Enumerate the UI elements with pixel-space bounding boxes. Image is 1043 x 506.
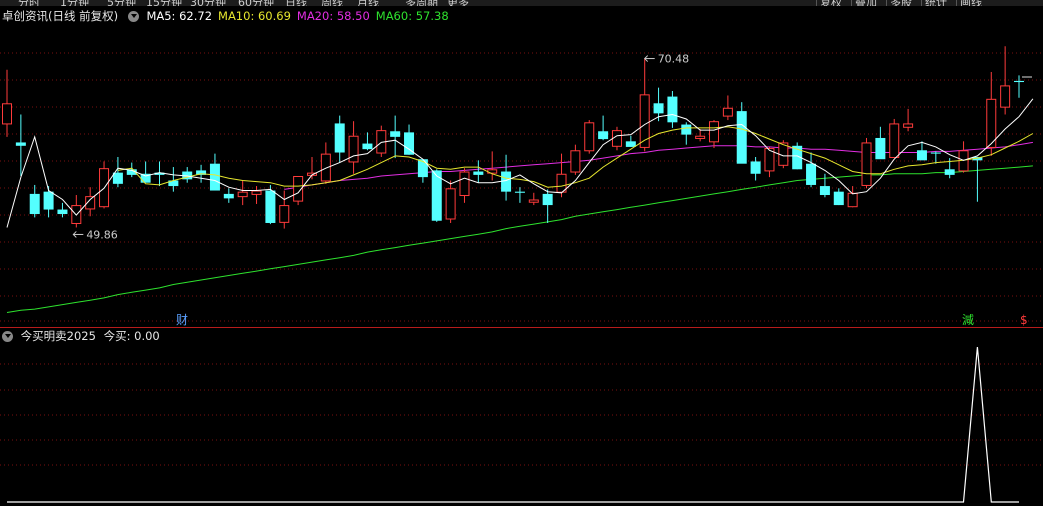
candle-body [695, 135, 706, 139]
toolbar-separator [816, 0, 817, 6]
candle-body [625, 141, 636, 147]
candle-body [930, 152, 941, 154]
candle-body [847, 192, 858, 208]
candle-body [1000, 85, 1011, 108]
candle-body [223, 193, 234, 199]
reduction-marker[interactable]: 減 [962, 313, 974, 327]
candle-body [598, 131, 609, 140]
candle-body [889, 123, 900, 158]
stock-title: 卓创资讯(日线 前复权) [2, 9, 119, 23]
toolbar-separator [956, 0, 957, 6]
candle-body [390, 131, 401, 137]
candle-body [542, 193, 553, 206]
candle-body [750, 161, 761, 174]
candle-body [736, 111, 747, 164]
period-tab[interactable]: 周线 [321, 0, 343, 6]
candle-body [903, 123, 914, 128]
period-toolbar: 分时 1分钟 5分钟 15分钟 30分钟 60分钟 日线 周线 月线 多周期 更多 复权 叠加 多股 统计 画… [0, 0, 1043, 6]
candle-body [1014, 80, 1024, 83]
indicator-value: 今买: 0.00 [103, 329, 160, 343]
indicator-line [7, 346, 1019, 503]
candle-body [833, 191, 844, 206]
candle-body [861, 142, 872, 186]
toolbar-button[interactable]: 统计 [925, 0, 947, 6]
candle-body [501, 171, 512, 192]
candle-body [514, 191, 525, 193]
period-tab[interactable]: 60分钟 [238, 0, 274, 6]
candle-body [944, 169, 955, 175]
toolbar-separator [921, 0, 922, 6]
candle-body [639, 94, 650, 148]
candle-body [806, 163, 817, 185]
ma-legend-item: MA60: 57.38 [375, 9, 449, 23]
candlestick-chart[interactable]: 70.48 49.86 [0, 25, 1043, 327]
candle-body [528, 199, 539, 203]
candle-body [334, 123, 345, 153]
indicator-chart[interactable] [0, 342, 1043, 506]
toolbar-button[interactable]: 复权 [820, 0, 842, 6]
candle-body [653, 103, 664, 114]
candle-body [265, 190, 276, 223]
chart-header: 卓创资讯(日线 前复权) MA5: 62.72 MA10: 60.69 MA20: … [0, 8, 455, 24]
candle-body [279, 205, 290, 223]
indicator-title: 今买明卖2025 [20, 329, 96, 343]
candle-body [112, 172, 123, 184]
finance-marker[interactable]: 财 [176, 313, 188, 327]
candle-body [722, 107, 733, 117]
candle-body [445, 188, 456, 220]
dropdown-circle-icon[interactable] [127, 11, 139, 22]
ma-legend-item: MA20: 58.50 [296, 9, 370, 23]
toolbar-button[interactable]: 多股 [890, 0, 912, 6]
ma-legend-item: MA10: 60.69 [218, 9, 291, 23]
period-tab[interactable]: 更多 [447, 0, 469, 6]
candle-body [584, 122, 595, 152]
toolbar-separator [851, 0, 852, 6]
period-tab[interactable]: 多周期 [405, 0, 438, 6]
toolbar-separator [886, 0, 887, 6]
candle-body [348, 135, 359, 163]
period-tab[interactable]: 月线 [357, 0, 379, 6]
candle-body [875, 137, 886, 160]
candle-body [819, 186, 830, 196]
candle-body [916, 150, 927, 161]
ma20-line [284, 141, 1033, 190]
candle-body [15, 142, 26, 146]
ma5-line [6, 98, 1034, 228]
candle-body [473, 171, 484, 175]
candle-body [251, 190, 262, 195]
low-price-label: 49.86 [86, 228, 118, 241]
candle-body [43, 191, 54, 210]
candle-body [709, 121, 720, 143]
toolbar-button[interactable]: 叠加 [855, 0, 877, 6]
period-tab[interactable]: 5分钟 [107, 0, 136, 6]
indicator-dropdown-icon[interactable] [2, 331, 13, 342]
candle-body [57, 209, 68, 215]
dividend-marker[interactable]: $ [1020, 313, 1028, 327]
candle-body [237, 191, 248, 198]
candle-body [362, 143, 373, 150]
period-tab[interactable]: 1分钟 [60, 0, 89, 6]
candle-body [29, 193, 40, 215]
period-tab[interactable]: 30分钟 [190, 0, 226, 6]
candle-body [2, 103, 12, 125]
candle-body [611, 130, 622, 147]
candle-body [570, 150, 581, 173]
candle-body [667, 96, 678, 123]
period-tab[interactable]: 分时 [18, 0, 40, 6]
ma-legend: MA5: 62.72 MA10: 60.69 MA20: 58.50 MA60: 57… [146, 8, 454, 24]
period-tab[interactable]: 15分钟 [146, 0, 182, 6]
candle-body [681, 124, 692, 135]
ma-legend-item: MA5: 62.72 [146, 9, 213, 23]
candle-body [459, 171, 470, 197]
period-tab[interactable]: 日线 [285, 0, 307, 6]
high-price-label: 70.48 [658, 53, 690, 66]
candle-body [320, 153, 331, 182]
toolbar-button[interactable]: 画线 [960, 0, 982, 6]
candle-body [209, 163, 220, 191]
